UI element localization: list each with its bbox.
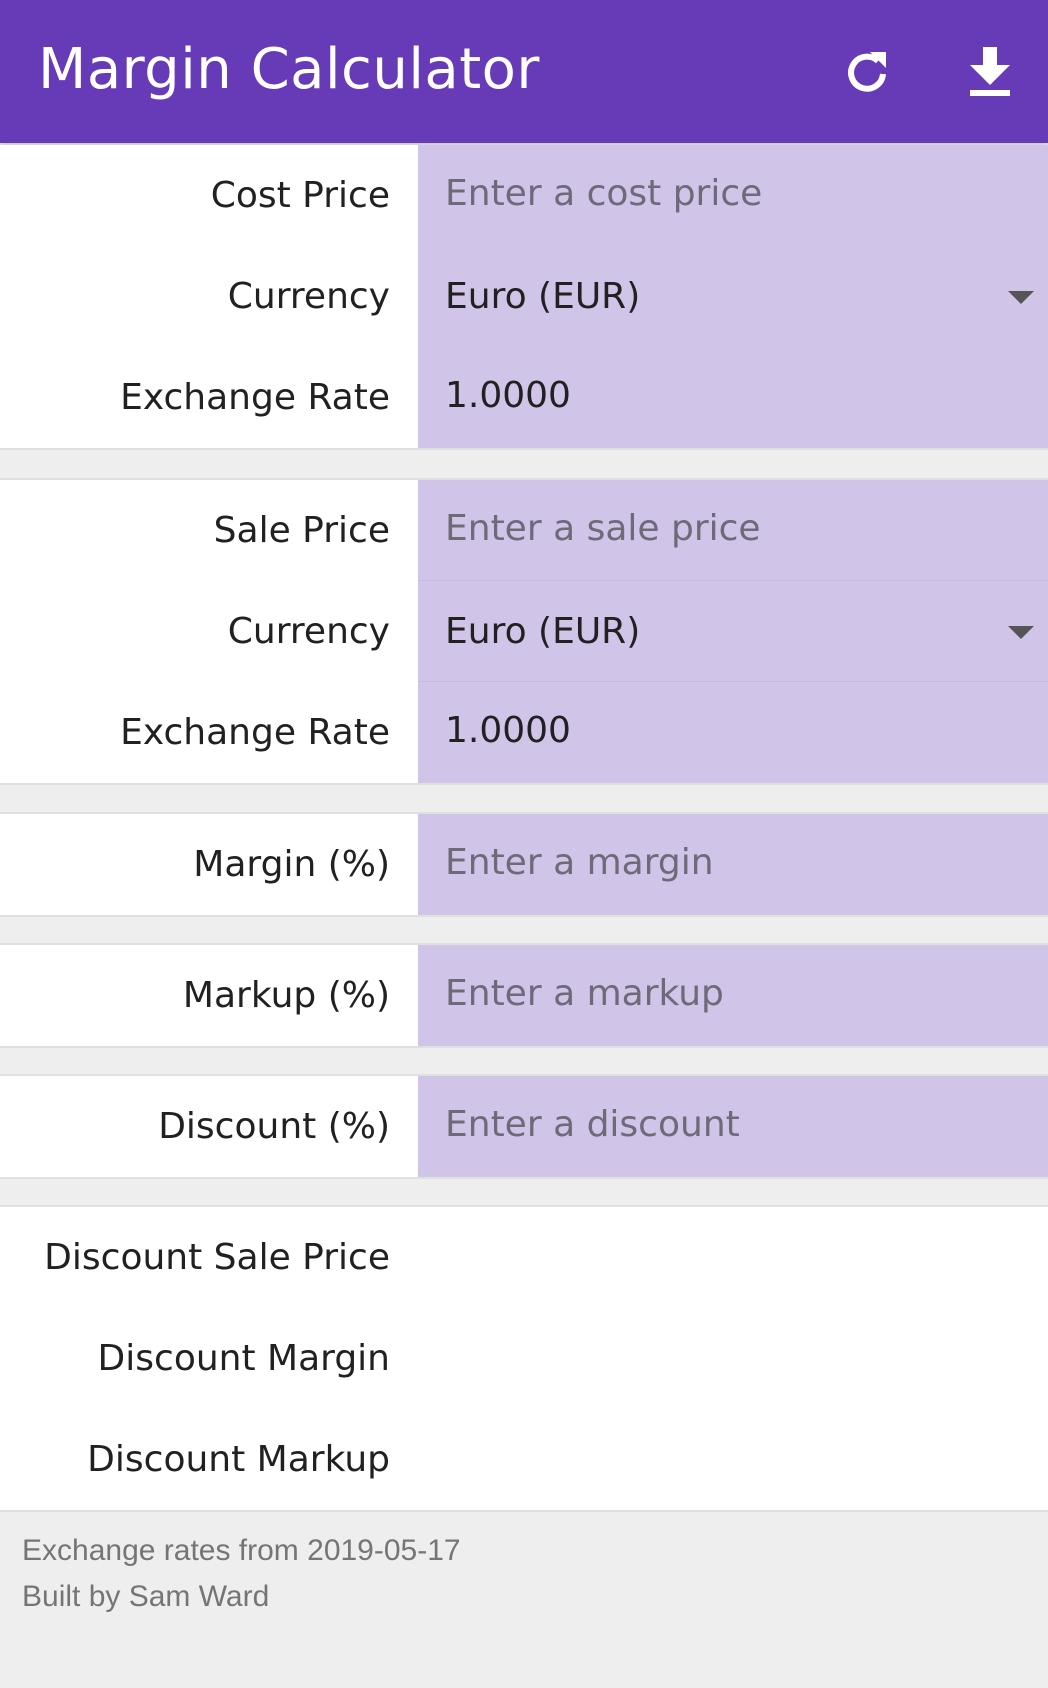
discount-row: Discount (%) <box>0 1076 1048 1177</box>
discount-markup-label: Discount Markup <box>87 1439 390 1480</box>
exchange-rates-date: Exchange rates from 2019-05-17 <box>22 1534 461 1567</box>
cost-rate-label: Exchange Rate <box>120 377 390 418</box>
cost-rate-input[interactable] <box>418 347 1048 448</box>
cost-currency-label: Currency <box>227 276 390 317</box>
sale-rate-field-wrap <box>418 682 1048 783</box>
discount-markup-row: Discount Markup <box>0 1409 1048 1510</box>
download-icon <box>970 47 1010 96</box>
cost-rate-row: Exchange Rate <box>0 347 1048 448</box>
app-header: Margin Calculator <box>0 0 1048 143</box>
margin-label: Margin (%) <box>193 844 390 885</box>
margin-input[interactable] <box>418 814 1048 915</box>
sale-price-field-wrap <box>418 480 1048 581</box>
markup-input[interactable] <box>418 945 1048 1046</box>
sale-price-label: Sale Price <box>213 510 390 551</box>
margin-row: Margin (%) <box>0 814 1048 915</box>
discount-section: Discount (%) <box>0 1074 1048 1179</box>
markup-field-wrap <box>418 945 1048 1046</box>
chevron-down-icon <box>1008 626 1034 639</box>
sale-rate-row: Exchange Rate <box>0 682 1048 783</box>
chevron-down-icon <box>1008 291 1034 304</box>
sale-section: Sale Price Currency Euro (EUR) Exchange … <box>0 478 1048 785</box>
author-credit: Built by Sam Ward <box>22 1580 270 1613</box>
download-button[interactable] <box>958 40 1022 104</box>
discount-field-wrap <box>418 1076 1048 1177</box>
app-title: Margin Calculator <box>38 37 540 102</box>
discount-label: Discount (%) <box>158 1106 390 1147</box>
results-section: Discount Sale Price Discount Margin Disc… <box>0 1205 1048 1512</box>
markup-label: Markup (%) <box>182 975 390 1016</box>
cost-rate-field-wrap <box>418 347 1048 448</box>
cost-price-field-wrap <box>418 145 1048 246</box>
sale-currency-label: Currency <box>227 611 390 652</box>
sale-currency-value: Euro (EUR) <box>445 611 641 652</box>
discount-margin-label: Discount Margin <box>97 1338 390 1379</box>
sale-currency-row: Currency Euro (EUR) <box>0 581 1048 682</box>
cost-section: Cost Price Currency Euro (EUR) Exchange … <box>0 145 1048 450</box>
sale-rate-input[interactable] <box>418 682 1048 783</box>
sale-rate-label: Exchange Rate <box>120 712 390 753</box>
cost-price-row: Cost Price <box>0 145 1048 246</box>
markup-row: Markup (%) <box>0 945 1048 1046</box>
markup-section: Markup (%) <box>0 943 1048 1048</box>
discount-sale-price-label: Discount Sale Price <box>44 1237 390 1278</box>
sale-price-row: Sale Price <box>0 480 1048 581</box>
discount-sale-price-row: Discount Sale Price <box>0 1207 1048 1308</box>
cost-price-label: Cost Price <box>210 175 390 216</box>
discount-margin-row: Discount Margin <box>0 1308 1048 1409</box>
sale-price-input[interactable] <box>418 480 1048 580</box>
sale-currency-select[interactable]: Euro (EUR) <box>418 581 1048 682</box>
margin-field-wrap <box>418 814 1048 915</box>
refresh-icon <box>848 52 886 92</box>
cost-price-input[interactable] <box>418 145 1048 246</box>
discount-input[interactable] <box>418 1076 1048 1177</box>
margin-section: Margin (%) <box>0 812 1048 917</box>
refresh-button[interactable] <box>835 40 899 104</box>
cost-currency-row: Currency Euro (EUR) <box>0 246 1048 347</box>
cost-currency-select[interactable]: Euro (EUR) <box>418 246 1048 347</box>
cost-currency-value: Euro (EUR) <box>445 276 641 317</box>
